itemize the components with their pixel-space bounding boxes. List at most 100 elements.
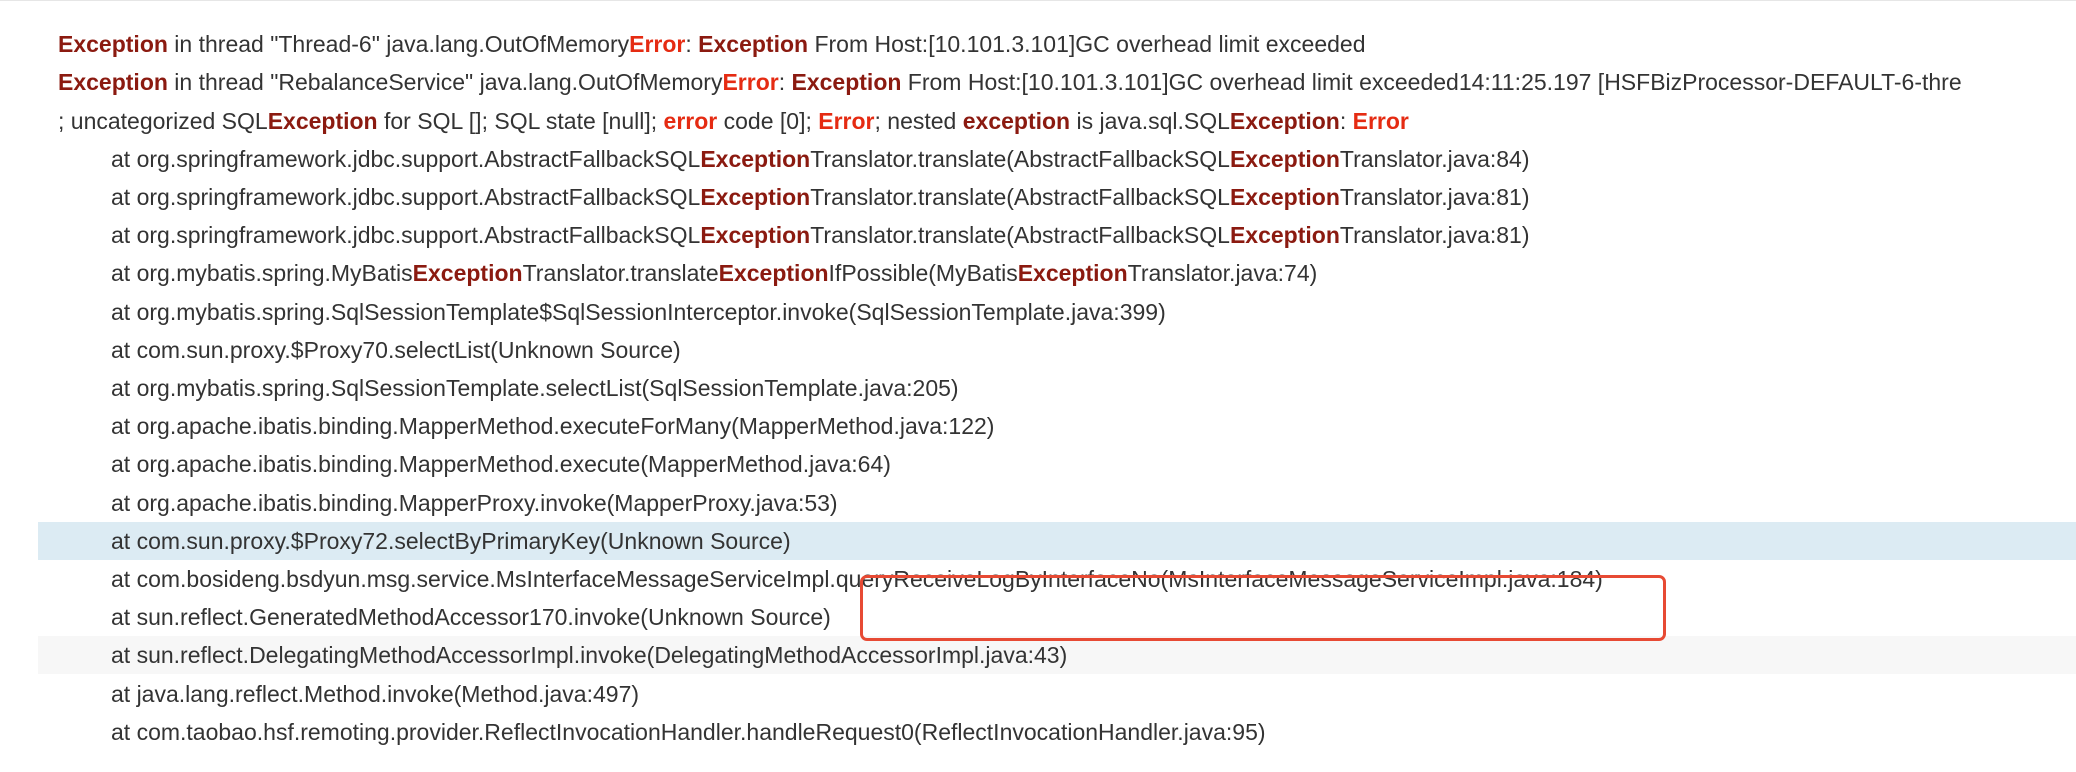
log-text: at com.bosideng.bsdyun.msg.service.MsInt… [111,566,1603,592]
log-line-text: at com.bosideng.bsdyun.msg.service.MsInt… [38,566,1603,592]
log-text: Translator.java:81) [1339,222,1530,249]
log-line: at org.mybatis.spring.MyBatisExceptionTr… [38,254,2076,292]
keyword-highlight: Exception [718,260,829,287]
log-text: ; nested [874,107,963,134]
log-text: From Host:[10.101.3.101]GC overhead limi… [901,69,1962,96]
log-text: Translator.translate [522,260,719,287]
log-text: Translator.translate(AbstractFallbackSQL [810,145,1230,172]
log-text: at org.apache.ibatis.binding.MapperProxy… [111,489,838,516]
log-line-text: at com.sun.proxy.$Proxy72.selectByPrimar… [38,528,791,554]
log-line-text: at org.springframework.jdbc.support.Abst… [38,184,1530,210]
log-line-text: at org.mybatis.spring.SqlSessionTemplate… [38,375,959,401]
log-line: at org.mybatis.spring.SqlSessionTemplate… [38,369,2076,407]
log-line-text: at com.taobao.hsf.remoting.provider.Refl… [38,719,1266,745]
log-line-text: at org.apache.ibatis.binding.MapperMetho… [38,451,891,477]
log-text: at org.springframework.jdbc.support.Abst… [111,145,701,172]
error-highlight: Error [722,69,779,96]
log-line: Exception in thread "RebalanceService" j… [38,63,2076,101]
log-text: at org.apache.ibatis.binding.MapperMetho… [111,451,891,478]
log-text: at org.springframework.jdbc.support.Abst… [111,222,701,249]
keyword-highlight: Exception [58,31,168,58]
log-line-text: at org.mybatis.spring.SqlSessionTemplate… [38,299,1166,325]
log-text: : [1339,107,1353,134]
log-line: Exception in thread "Thread-6" java.lang… [38,25,2076,63]
log-text: at java.lang.reflect.Method.invoke(Metho… [111,680,640,707]
log-text: at org.springframework.jdbc.support.Abst… [111,184,701,210]
keyword-highlight: Exception [700,145,811,172]
log-line: ; uncategorized SQLException for SQL [];… [38,102,2076,140]
log-text: at com.sun.proxy.$Proxy70.selectList(Unk… [111,336,681,363]
error-highlight: error [663,107,718,134]
log-line-text: at org.springframework.jdbc.support.Abst… [38,146,1530,172]
keyword-highlight: Exception [58,69,168,96]
log-text: at org.apache.ibatis.binding.MapperMetho… [111,413,995,440]
log-text: From Host:[10.101.3.101]GC overhead limi… [808,31,1366,58]
log-text: Translator.translate(AbstractFallbackSQL [810,184,1230,210]
log-text: at org.mybatis.spring.SqlSessionTemplate… [111,298,1166,325]
log-text: : [778,69,792,96]
keyword-highlight: Exception [700,184,811,210]
log-line: at com.sun.proxy.$Proxy72.selectByPrimar… [38,521,2076,560]
log-text: at org.mybatis.spring.MyBatis [111,260,413,287]
keyword-highlight: exception [962,107,1071,134]
log-text: at sun.reflect.DelegatingMethodAccessorI… [111,642,1068,669]
log-line: at com.taobao.hsf.remoting.provider.Refl… [38,713,2076,751]
log-line: at org.mybatis.spring.SqlSessionTemplate… [38,293,2076,331]
keyword-highlight: Exception [700,222,811,249]
keyword-highlight: Exception [791,69,902,96]
log-text: for SQL []; SQL state [null]; [377,107,664,134]
keyword-highlight: Exception [1229,145,1340,172]
log-line: at com.bosideng.bsdyun.msg.service.MsInt… [38,560,2076,598]
log-line [38,11,2076,25]
log-text: in thread "Thread-6" java.lang.OutOfMemo… [167,31,630,58]
log-line: at org.apache.ibatis.binding.MapperMetho… [38,445,2076,483]
log-line-text: at org.apache.ibatis.binding.MapperMetho… [38,413,994,439]
log-text: at sun.reflect.GeneratedMethodAccessor17… [111,604,831,631]
log-text: : [685,31,699,58]
log-text: in thread "RebalanceService" java.lang.O… [167,69,723,96]
log-viewer: Exception in thread "Thread-6" java.lang… [0,0,2076,772]
log-line-text: Exception in thread "Thread-6" java.lang… [38,31,1365,57]
log-line-text: at sun.reflect.DelegatingMethodAccessorI… [38,642,1067,668]
log-text: ; uncategorized SQL [58,107,268,134]
log-text: Translator.java:74) [1127,260,1318,287]
log-line-text: at org.springframework.jdbc.support.Abst… [38,222,1530,248]
log-text: at com.sun.proxy.$Proxy72.selectByPrimar… [111,527,791,554]
keyword-highlight: Exception [412,260,523,287]
log-line-text [38,11,58,19]
error-highlight: Error [1352,107,1409,134]
log-line-text: at java.lang.reflect.Method.invoke(Metho… [38,681,639,707]
error-highlight: Error [629,31,686,58]
keyword-highlight: Exception [1229,107,1340,134]
log-line-text: at sun.reflect.GeneratedMethodAccessor17… [38,604,831,630]
log-text: Translator.translate(AbstractFallbackSQL [810,222,1230,249]
log-line-text: Exception in thread "RebalanceService" j… [38,69,1962,95]
log-line: at org.springframework.jdbc.support.Abst… [38,178,2076,216]
log-line-text: ; uncategorized SQLException for SQL [];… [38,108,1409,134]
log-line: at org.springframework.jdbc.support.Abst… [38,140,2076,178]
log-line: at org.apache.ibatis.binding.MapperProxy… [38,484,2076,522]
keyword-highlight: Exception [698,31,809,58]
log-text: is java.sql.SQL [1070,107,1230,134]
error-highlight: Error [818,107,875,134]
log-content: Exception in thread "Thread-6" java.lang… [38,11,2076,772]
keyword-highlight: Exception [267,107,378,134]
log-text: Translator.java:84) [1339,145,1530,172]
keyword-highlight: Exception [1017,260,1128,287]
log-line: at sun.reflect.GeneratedMethodAccessor17… [38,598,2076,636]
log-line: at java.lang.reflect.Method.invoke(Metho… [38,675,2076,713]
log-line-text: at com.sun.proxy.$Proxy70.selectList(Unk… [38,337,681,363]
log-line: at com.sun.proxy.$Proxy70.selectList(Unk… [38,331,2076,369]
log-text: code [0]; [717,107,819,134]
log-text: IfPossible(MyBatis [828,260,1018,287]
log-line: at org.springframework.jdbc.support.Abst… [38,216,2076,254]
log-text: Translator.java:81) [1339,184,1530,210]
log-line: at sun.reflect.DelegatingMethodAccessorI… [38,636,2076,675]
log-text: at com.taobao.hsf.remoting.provider.Refl… [111,718,1266,745]
log-line: at org.apache.ibatis.binding.MapperMetho… [38,407,2076,445]
keyword-highlight: Exception [1229,184,1340,210]
log-line-text: at org.apache.ibatis.binding.MapperProxy… [38,490,838,516]
log-text: at org.mybatis.spring.SqlSessionTemplate… [111,375,959,401]
keyword-highlight: Exception [1229,222,1340,249]
log-line-text: at org.mybatis.spring.MyBatisExceptionTr… [38,260,1317,286]
